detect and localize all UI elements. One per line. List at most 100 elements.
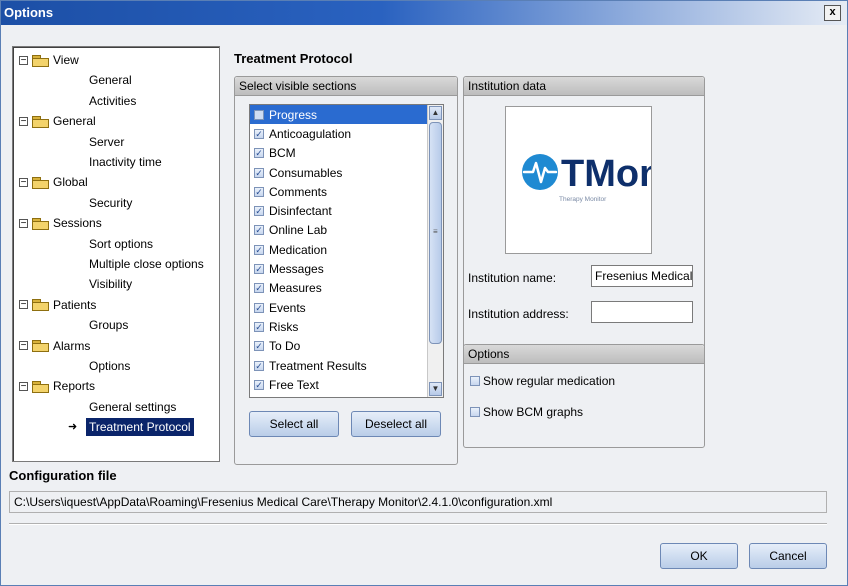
tree-item-inactivity-time[interactable]: Inactivity time: [89, 153, 162, 171]
scroll-down-icon[interactable]: ▼: [429, 382, 442, 396]
tree-group-label: View: [53, 53, 79, 67]
tree-group-global[interactable]: − Global: [19, 173, 88, 191]
list-item[interactable]: ✓ Consumables: [250, 163, 443, 182]
checked-checkbox-icon[interactable]: ✓: [254, 302, 264, 313]
close-button[interactable]: x: [824, 5, 841, 21]
collapse-icon[interactable]: −: [19, 218, 28, 228]
checked-checkbox-icon[interactable]: ✓: [254, 206, 264, 217]
checkbox-icon[interactable]: [470, 376, 480, 386]
folder-icon: [32, 299, 49, 312]
window-title: Options: [4, 5, 54, 20]
institution-address-field[interactable]: [591, 301, 693, 323]
list-item[interactable]: ✓ Online Lab: [250, 221, 443, 240]
list-item[interactable]: ✓ To Do: [250, 337, 443, 356]
list-item-label: To Do: [269, 339, 301, 354]
collapse-icon[interactable]: −: [19, 381, 28, 391]
scroll-thumb[interactable]: ≡: [429, 122, 442, 344]
select-all-button[interactable]: Select all: [249, 411, 339, 437]
checked-checkbox-icon[interactable]: ✓: [254, 264, 264, 275]
tree-item-multiple-close-options[interactable]: Multiple close options: [89, 255, 204, 273]
list-item[interactable]: ✓ Events: [250, 298, 443, 317]
tree-item-activities[interactable]: Activities: [89, 92, 136, 110]
tree-group-patients[interactable]: − Patients: [19, 296, 96, 314]
list-item[interactable]: ✓ Messages: [250, 259, 443, 278]
configuration-path-field[interactable]: C:\Users\iquest\AppData\Roaming\Freseniu…: [9, 491, 827, 513]
list-item-label: Online Lab: [269, 223, 328, 238]
institution-name-field[interactable]: Fresenius Medical C: [591, 265, 693, 287]
tree-item-sort-options[interactable]: Sort options: [89, 235, 153, 253]
list-item[interactable]: ✓ BCM: [250, 144, 443, 163]
tree-group-label: Reports: [53, 379, 96, 394]
scroll-up-icon[interactable]: ▲: [429, 106, 442, 120]
tree-group-general[interactable]: − General: [19, 112, 96, 130]
sections-scrollbar[interactable]: ▲ ≡ ▼: [427, 105, 443, 397]
collapse-icon[interactable]: −: [19, 300, 28, 310]
checked-checkbox-icon[interactable]: ✓: [254, 167, 264, 178]
options-window: Options x − View General Activities − General…: [0, 0, 848, 586]
grip-icon: ≡: [433, 227, 438, 236]
title-bar[interactable]: Options x: [1, 1, 847, 25]
checked-checkbox-icon[interactable]: ✓: [254, 379, 264, 390]
list-item-label: Disinfectant: [269, 204, 332, 219]
options-groupbox: Options Show regular medication Show BCM…: [463, 344, 705, 448]
checked-checkbox-icon[interactable]: ✓: [254, 360, 264, 371]
list-item[interactable]: ✓ Free Text: [250, 375, 443, 394]
tree-group-reports[interactable]: − Reports: [19, 377, 95, 395]
checked-checkbox-icon[interactable]: ✓: [254, 321, 264, 332]
tree-item-server[interactable]: Server: [89, 133, 124, 151]
tree-group-label: General: [53, 114, 96, 129]
checked-checkbox-icon[interactable]: ✓: [254, 186, 264, 197]
list-item[interactable]: ✓ Treatment Results: [250, 356, 443, 375]
tree-item-visibility[interactable]: Visibility: [89, 275, 132, 293]
list-item-label: Progress: [269, 107, 318, 122]
list-item[interactable]: ✓ Disinfectant: [250, 201, 443, 220]
checked-checkbox-icon[interactable]: ✓: [254, 225, 264, 236]
ok-button[interactable]: OK: [660, 543, 738, 569]
tree-item-general-settings[interactable]: General settings: [89, 398, 176, 416]
collapse-icon[interactable]: −: [19, 55, 28, 65]
tree-item-general[interactable]: General: [89, 71, 132, 89]
institution-group-header: Institution data: [464, 77, 704, 96]
checked-checkbox-icon[interactable]: ✓: [254, 244, 264, 255]
checked-checkbox-icon[interactable]: ✓: [254, 128, 264, 139]
show-regular-medication-checkbox[interactable]: Show regular medication: [470, 374, 615, 388]
list-item-label: Anticoagulation: [269, 126, 352, 141]
list-item[interactable]: Progress: [250, 105, 443, 125]
tree-group-label: Patients: [53, 297, 97, 312]
list-item-label: Treatment Results: [269, 358, 367, 373]
collapse-icon[interactable]: −: [19, 116, 28, 126]
list-item[interactable]: ✓ Comments: [250, 182, 443, 201]
tree-item-treatment-protocol[interactable]: Treatment Protocol: [86, 418, 194, 437]
institution-logo: TMon Therapy Monitor: [505, 106, 662, 254]
list-item[interactable]: ✓ Medication: [250, 240, 443, 259]
checked-checkbox-icon[interactable]: ✓: [254, 148, 264, 159]
tree-item-security[interactable]: Security: [89, 194, 132, 212]
tree-item-options[interactable]: Options: [89, 357, 130, 375]
list-item[interactable]: ✓ Measures: [250, 279, 443, 298]
deselect-all-button[interactable]: Deselect all: [351, 411, 441, 437]
arrow-right-icon: ➜: [68, 421, 78, 434]
list-item-label: Comments: [269, 184, 328, 199]
list-item[interactable]: ✓ Anticoagulation: [250, 124, 443, 143]
collapse-icon[interactable]: −: [19, 177, 28, 187]
folder-icon: [32, 176, 49, 189]
sections-list[interactable]: Progress ✓ Anticoagulation ✓ BCM ✓ Consumables…: [249, 104, 444, 398]
tree-group-view[interactable]: − View: [19, 51, 79, 69]
list-item[interactable]: ✓ Risks: [250, 317, 443, 336]
checked-checkbox-icon[interactable]: ✓: [254, 341, 264, 352]
sections-groupbox: Select visible sections Progress ✓ Anticoa…: [234, 76, 458, 465]
collapse-icon[interactable]: −: [19, 341, 28, 351]
checkbox-icon[interactable]: [470, 407, 480, 417]
list-item-label: Messages: [269, 262, 324, 277]
tree-group-sessions[interactable]: − Sessions: [19, 214, 102, 232]
tree-item-groups[interactable]: Groups: [89, 316, 128, 334]
unchecked-checkbox-icon[interactable]: [254, 109, 264, 120]
list-item-label: BCM: [269, 146, 296, 161]
cancel-button[interactable]: Cancel: [749, 543, 827, 569]
institution-address-label: Institution address:: [468, 307, 569, 321]
tree-group-alarms[interactable]: − Alarms: [19, 337, 90, 355]
institution-name-label: Institution name:: [468, 271, 557, 285]
show-bcm-graphs-checkbox[interactable]: Show BCM graphs: [470, 405, 583, 419]
checked-checkbox-icon[interactable]: ✓: [254, 283, 264, 294]
tree-group-label: Sessions: [53, 216, 102, 231]
